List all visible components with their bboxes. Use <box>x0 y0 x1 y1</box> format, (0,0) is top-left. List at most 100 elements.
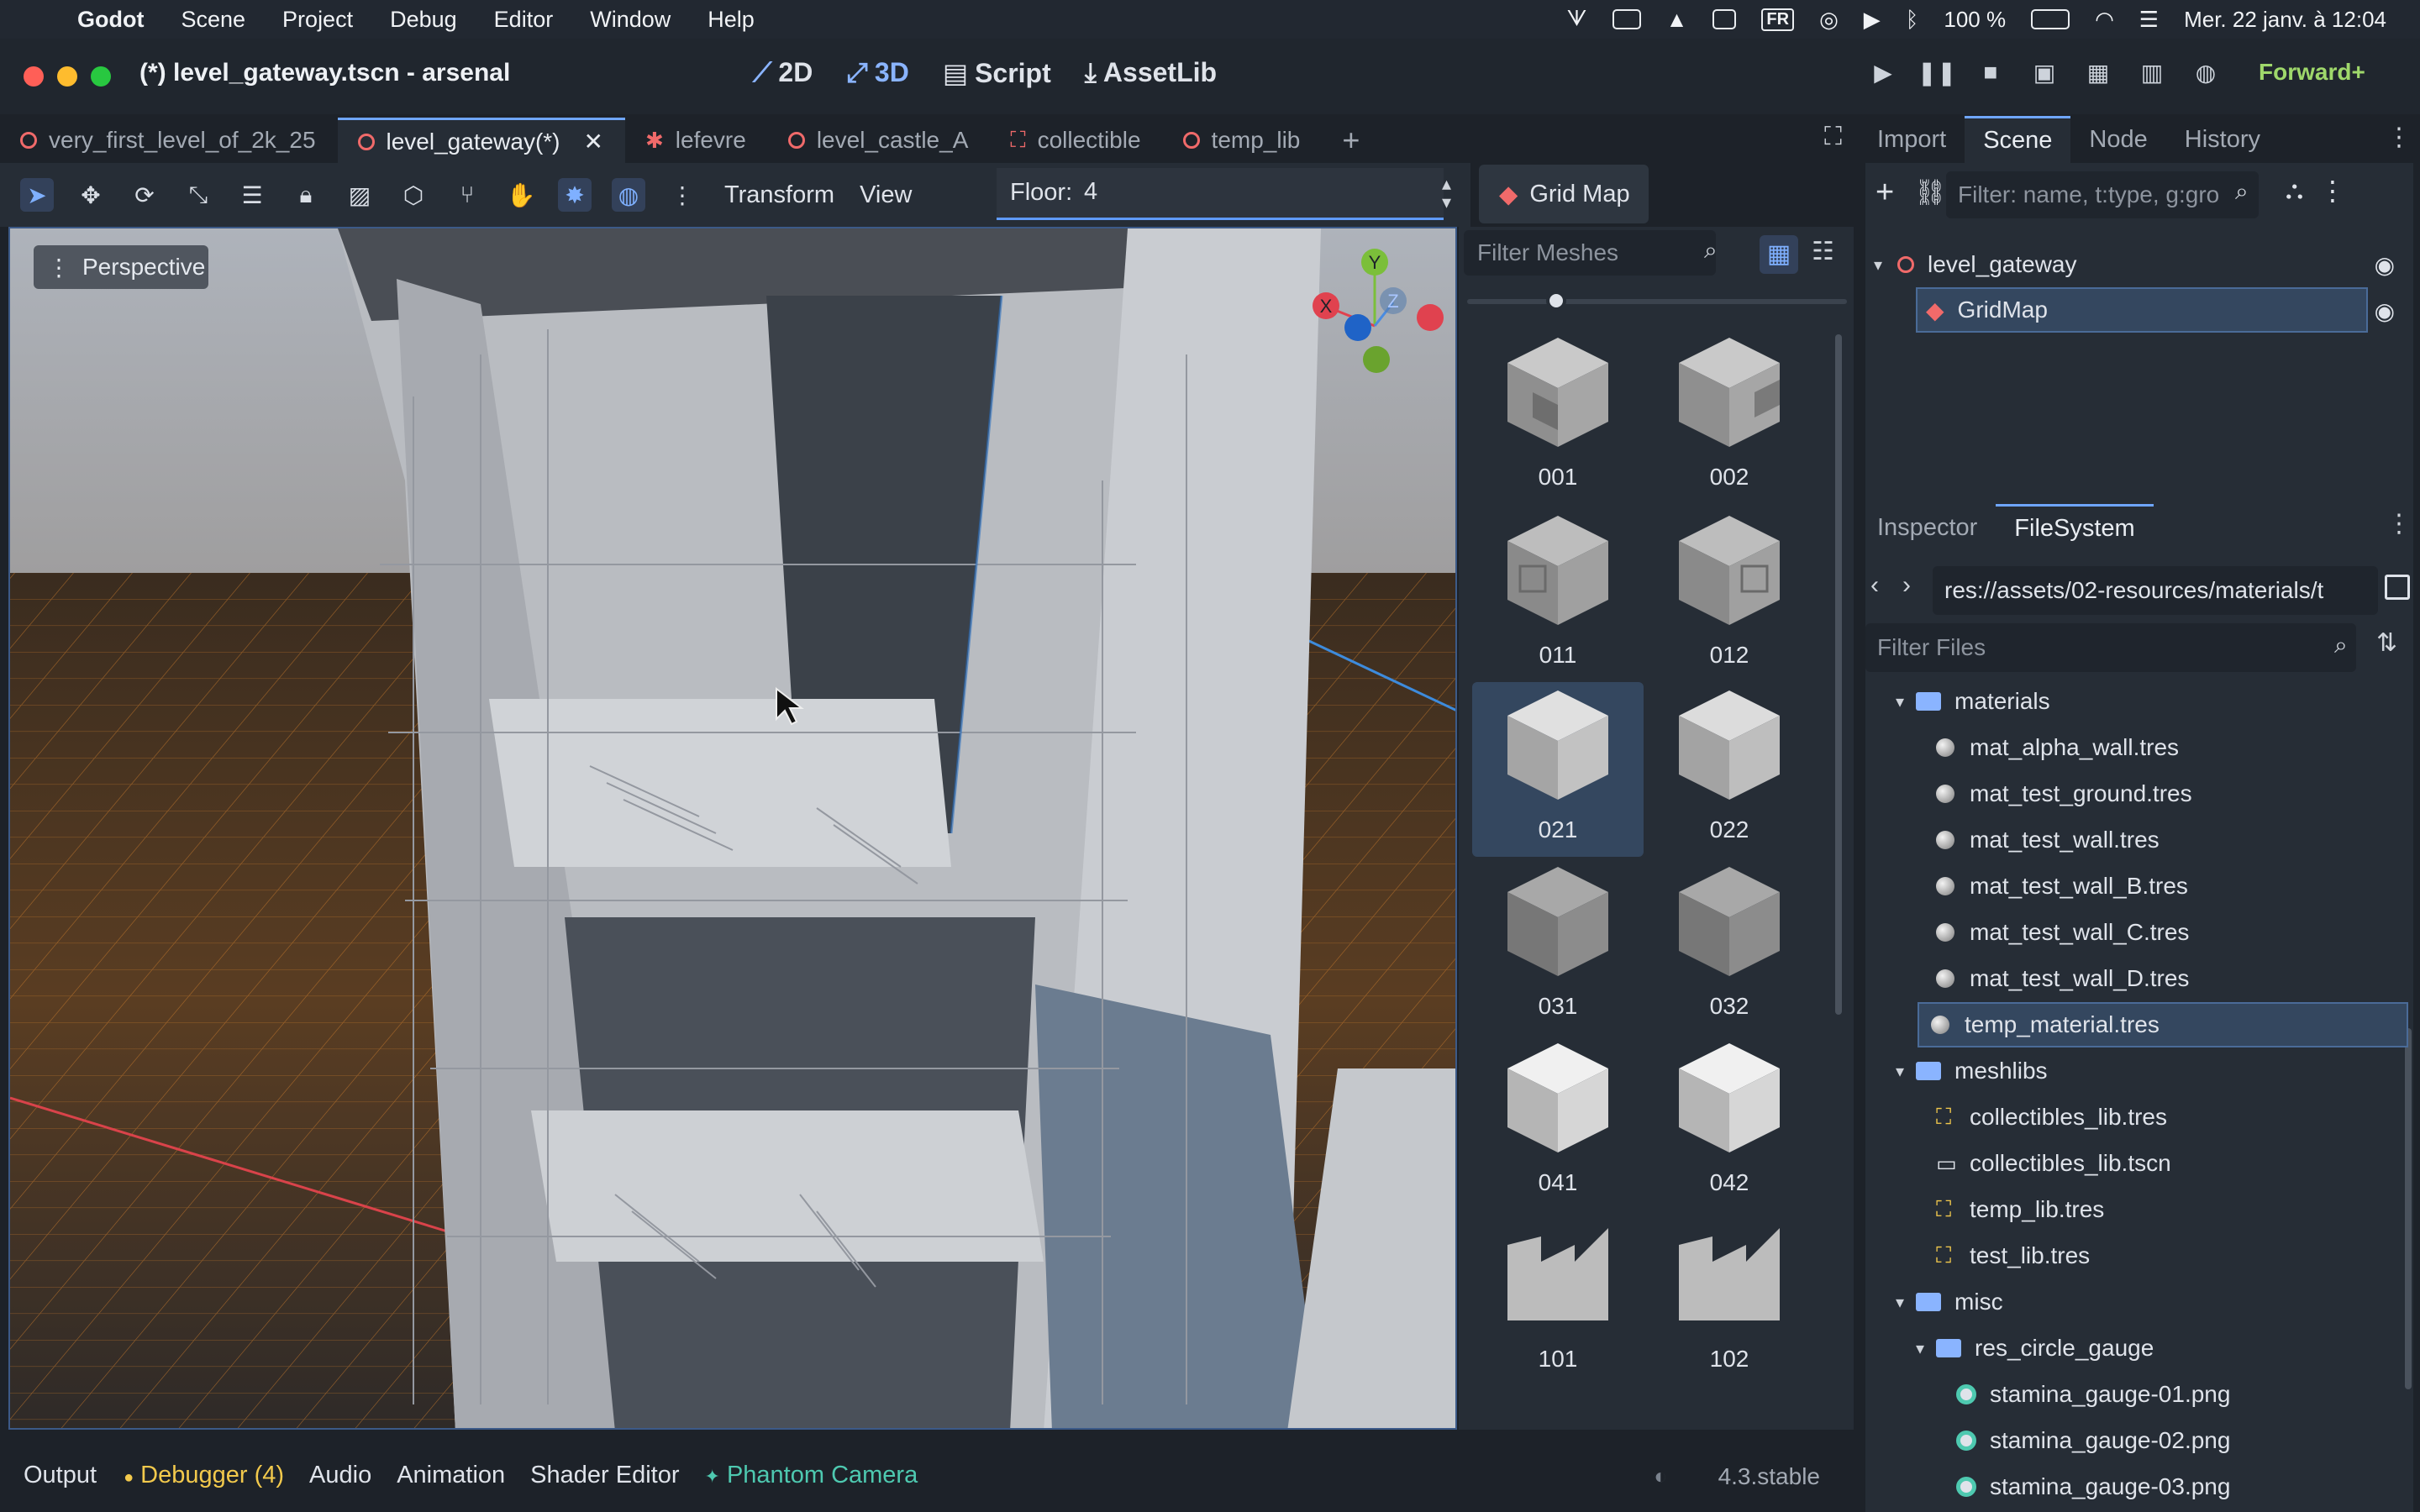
remote-debug-icon[interactable]: ▣ <box>2032 60 2057 86</box>
tab-import[interactable]: Import <box>1859 116 1965 163</box>
chevron-down-icon[interactable]: ▾ <box>1896 1061 1904 1082</box>
folder-item[interactable]: ▾ res_circle_gauge <box>1865 1326 2413 1371</box>
play-icon[interactable]: ▶ <box>1870 60 1896 86</box>
menu-project[interactable]: Project <box>282 7 353 33</box>
back-icon[interactable]: ‹ <box>1870 571 1879 600</box>
thumbnail-view-icon[interactable]: ▦ <box>1760 235 1798 274</box>
renderer-select[interactable]: Forward+ <box>2259 59 2365 86</box>
chevron-down-icon[interactable]: ▾ <box>1874 255 1882 276</box>
mesh-item[interactable]: 102 <box>1644 1211 1815 1386</box>
workspace-2d[interactable]: ⟋ 2D <box>753 57 813 89</box>
split-mode-icon[interactable] <box>2385 575 2410 600</box>
tree-node-gridmap[interactable]: ◆ GridMap <box>1916 287 2368 333</box>
airdrop-icon[interactable]: ◎ <box>1819 7 1839 33</box>
visibility-eye-icon[interactable]: ◉ <box>2375 297 2395 325</box>
menu-debug[interactable]: Debug <box>390 7 457 33</box>
tab-filesystem[interactable]: FileSystem <box>1996 504 2154 551</box>
rotate-mode-icon[interactable]: ⟳ <box>128 178 161 212</box>
filter-meshes-input[interactable]: Filter Meshes <box>1464 230 1716 276</box>
file-item[interactable]: ▭ collectibles_lib.tscn <box>1865 1141 2413 1186</box>
tab-history[interactable]: History <box>2166 116 2279 163</box>
tab-animation[interactable]: Animation <box>397 1462 505 1489</box>
floor-stepper-icon[interactable]: ▴ ▾ <box>1442 175 1451 212</box>
menu-help[interactable]: Help <box>708 7 755 33</box>
display-icon[interactable] <box>1612 9 1641 29</box>
file-item[interactable]: mat_test_wall_D.tres <box>1865 956 2413 1001</box>
add-tab-icon[interactable]: + <box>1322 118 1381 163</box>
play-status-icon[interactable]: ▶ <box>1864 7 1881 33</box>
menu-scene[interactable]: Scene <box>181 7 245 33</box>
play-scene-icon[interactable]: ▦ <box>2086 60 2111 86</box>
file-item[interactable]: mat_alpha_wall.tres <box>1865 725 2413 770</box>
menu-editor[interactable]: Editor <box>494 7 554 33</box>
mesh-item-selected[interactable]: 021 <box>1472 682 1644 857</box>
lock-icon[interactable]: 🔒︎ <box>289 178 323 212</box>
zoom-window-button[interactable] <box>91 66 111 87</box>
tree-node-root[interactable]: ▾ level_gateway ◉ <box>1865 242 2413 287</box>
dock-menu-icon[interactable]: ⋮ <box>2386 509 2412 538</box>
stop-icon[interactable]: ■ <box>1978 59 2003 85</box>
scene-tab[interactable]: ⛶ collectible <box>990 118 1162 163</box>
tab-output[interactable]: Output <box>24 1462 97 1489</box>
ruler-icon[interactable]: ⬡ <box>397 178 430 212</box>
sort-icon[interactable]: ⇅ <box>2376 628 2397 658</box>
floor-input[interactable]: 4 <box>1084 178 1437 212</box>
scene-more-icon[interactable]: ⋮ <box>2319 175 2346 207</box>
tab-inspector[interactable]: Inspector <box>1859 504 1996 551</box>
list-view-icon[interactable]: ☷ <box>1812 237 1834 266</box>
file-item[interactable]: ⛶ temp_lib.tres <box>1865 1187 2413 1232</box>
add-node-icon[interactable]: + <box>1876 175 1894 211</box>
path-field[interactable]: res://assets/02-resources/materials/t <box>1933 566 2378 615</box>
skeleton-tool-icon[interactable]: ✋ <box>504 178 538 212</box>
palette-scrollbar[interactable] <box>1835 334 1842 1015</box>
tab-scene[interactable]: Scene <box>1965 116 2071 163</box>
file-item[interactable]: stamina_gauge-03.png <box>1865 1464 2413 1509</box>
local-space-icon[interactable]: ✸ <box>558 178 592 212</box>
file-item[interactable]: ⛶ test_lib.tres <box>1865 1233 2413 1278</box>
scene-tab-active[interactable]: level_gateway(*) ✕ <box>337 118 625 163</box>
antenna-icon[interactable]: ᗐ <box>1566 6 1586 33</box>
list-select-icon[interactable]: ☰ <box>235 178 269 212</box>
file-item[interactable]: ⛶ collectibles_lib.tres <box>1865 1095 2413 1140</box>
scale-mode-icon[interactable]: ⤡ <box>182 178 215 212</box>
mesh-item[interactable]: 031 <box>1472 858 1644 1033</box>
link-icon[interactable]: ⛓ <box>1914 178 1946 207</box>
file-item[interactable]: stamina_gauge-02.png <box>1865 1418 2413 1463</box>
mesh-item[interactable]: 101 <box>1472 1211 1644 1386</box>
view-menu[interactable]: View <box>860 181 912 209</box>
scene-tab[interactable]: ✱ lefevre <box>625 118 768 163</box>
zoom-slider[interactable] <box>1467 299 1847 304</box>
tab-phantom-camera[interactable]: ✦ Phantom Camera <box>705 1462 918 1489</box>
move-mode-icon[interactable]: ✥ <box>74 178 108 212</box>
file-item[interactable]: mat_test_wall.tres <box>1865 817 2413 863</box>
scene-tab[interactable]: level_castle_A <box>768 118 991 163</box>
input-source-icon[interactable]: FR <box>1761 8 1795 31</box>
scene-tab[interactable]: very_first_level_of_2k_25 <box>0 118 338 163</box>
mesh-item[interactable]: 011 <box>1472 507 1644 682</box>
menu-app-name[interactable]: Godot <box>77 7 144 33</box>
play-custom-scene-icon[interactable]: ▥ <box>2139 60 2165 86</box>
pause-icon[interactable]: ❚❚ <box>1918 60 1957 86</box>
mesh-item[interactable]: 001 <box>1472 329 1644 504</box>
folder-item[interactable]: ▾ misc <box>1865 1279 2413 1325</box>
tab-debugger[interactable]: ● Debugger (4) <box>124 1462 284 1489</box>
chevron-down-icon[interactable]: ▾ <box>1916 1338 1924 1359</box>
tab-audio[interactable]: Audio <box>309 1462 371 1489</box>
bluetooth-icon[interactable]: ᛒ <box>1906 7 1919 33</box>
bone-icon[interactable]: ⑂ <box>450 178 484 212</box>
file-item[interactable]: mat_test_wall_C.tres <box>1865 910 2413 955</box>
mesh-item[interactable]: 041 <box>1472 1035 1644 1210</box>
more-options-icon[interactable]: ⋮ <box>666 178 699 212</box>
mesh-item[interactable]: 042 <box>1644 1035 1815 1210</box>
wifi-icon[interactable]: ◠ <box>2095 7 2114 33</box>
select-mode-icon[interactable]: ➤ <box>20 178 54 212</box>
scene-filter-input[interactable]: Filter: name, t:type, g:gro <box>1946 171 2259 218</box>
minimize-window-button[interactable] <box>57 66 77 87</box>
tab-shader-editor[interactable]: Shader Editor <box>530 1462 679 1489</box>
filter-files-input[interactable]: Filter Files <box>1865 623 2356 672</box>
movie-maker-icon[interactable]: ◍ <box>2193 60 2218 86</box>
window-icon[interactable] <box>1712 9 1737 29</box>
file-item[interactable]: temp_material.tres <box>1918 1002 2408 1047</box>
dock-menu-icon[interactable]: ⋮ <box>2386 123 2412 152</box>
snap-icon[interactable]: ◍ <box>612 178 645 212</box>
